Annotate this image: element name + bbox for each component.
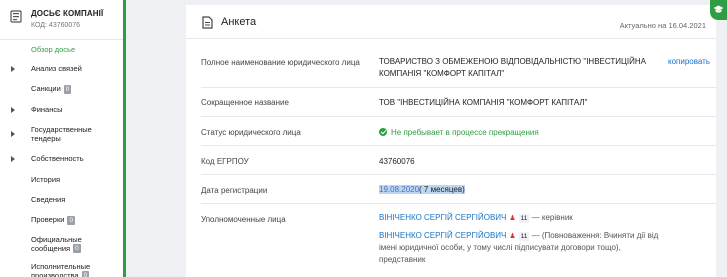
chevron-right-icon: [11, 106, 15, 113]
full-name-value: ТОВАРИСТВО З ОБМЕЖЕНОЮ ВІДПОВІДАЛЬНІСТЮ …: [379, 57, 647, 78]
count-badge: 0: [73, 244, 81, 254]
graduation-cap-icon: [713, 5, 724, 13]
user-icon: ♟: [509, 233, 516, 240]
sidebar-item-overview[interactable]: Обзор досье: [0, 42, 123, 58]
sidebar-item-label: Исполнительные производства 0: [31, 262, 101, 277]
registration-value: 19.08.2020( 7 месяцев): [379, 184, 465, 196]
row-authorized: Уполномоченные лица ВІНІЧЕНКО СЕРГІЙ СЕР…: [201, 204, 716, 277]
authorized-person: ВІНІЧЕНКО СЕРГІЙ СЕРГІЙОВИЧ ♟ 11 — (Повнов…: [379, 230, 664, 265]
sidebar-item-label: Государственные тендеры: [31, 124, 92, 143]
row-edrpou: Код ЕГРПОУ 43760076: [201, 146, 716, 175]
person-count-badge: 11: [518, 232, 530, 242]
edrpou-label: Код ЕГРПОУ: [201, 157, 249, 166]
sidebar-item-info[interactable]: Сведения: [0, 190, 123, 210]
dossier-code: КОД: 43760076: [31, 22, 81, 29]
row-registration: Дата регистрации 19.08.2020( 7 месяцев): [201, 175, 716, 204]
sidebar-item-sanctions[interactable]: Санкции 0: [0, 79, 123, 99]
dossier-header: ДОСЬЄ КОМПАНІЇ КОД: 43760076: [0, 0, 123, 40]
sidebar-item-property[interactable]: Собственность: [0, 148, 123, 170]
sidebar-item-label: Собственность: [31, 154, 84, 164]
panel-header: Анкета Актуально на 16.04.2021: [186, 5, 716, 39]
actual-date: Актуально на 16.04.2021: [619, 21, 706, 30]
row-status: Статус юридического лица Не пребывает в …: [201, 117, 716, 146]
chevron-right-icon: [11, 156, 15, 162]
sidebar-item-official-messages[interactable]: Официальные сообщения 0: [0, 230, 123, 258]
person-link[interactable]: ВІНІЧЕНКО СЕРГІЙ СЕРГІЙОВИЧ: [379, 213, 506, 222]
sidebar-item-finance[interactable]: Финансы: [0, 99, 123, 120]
chevron-right-icon: [11, 131, 15, 137]
status-label: Статус юридического лица: [201, 128, 301, 137]
chevron-right-icon: [11, 65, 15, 72]
full-name-label: Полное наименование юридического лица: [201, 58, 360, 67]
check-circle-icon: [379, 128, 387, 136]
sidebar-item-label: Анализ связей: [31, 63, 82, 73]
document-icon: [202, 16, 213, 29]
sidebar-item-tenders[interactable]: Государственные тендеры: [0, 120, 123, 148]
sidebar: ДОСЬЄ КОМПАНІЇ КОД: 43760076 Обзор досье…: [0, 0, 126, 277]
count-badge: 0: [81, 271, 90, 277]
short-name-value: ТОВ "ІНВЕСТИЦІЙНА КОМПАНІЯ "КОМФОРТ КАПІ…: [379, 98, 588, 107]
sidebar-item-label: Сведения: [31, 195, 66, 205]
short-name-label: Сокращенное название: [201, 98, 289, 107]
sidebar-item-label: Санкции: [31, 84, 61, 94]
page-title: Анкета: [221, 16, 257, 28]
status-value: Не пребывает в процессе прекращения: [379, 127, 539, 139]
authorized-label: Уполномоченные лица: [201, 215, 286, 224]
registration-age: ( 7 месяцев): [419, 185, 465, 194]
sidebar-nav: Обзор досье Анализ связей Санкции 0 Финан…: [0, 42, 123, 277]
sidebar-item-links[interactable]: Анализ связей: [0, 58, 123, 79]
count-badge: 0: [67, 215, 76, 225]
row-short-name: Сокращенное название ТОВ "ІНВЕСТИЦІЙНА К…: [201, 88, 716, 117]
copy-button[interactable]: копировать: [668, 57, 710, 66]
count-badge: 0: [63, 84, 72, 94]
profile-panel: Анкета Актуально на 16.04.2021 Полное на…: [186, 5, 716, 277]
registration-date: 19.08.2020: [379, 185, 420, 194]
education-button[interactable]: [710, 0, 727, 20]
sidebar-item-inspections[interactable]: Проверки 0: [0, 210, 123, 230]
sidebar-item-label: Финансы: [31, 104, 63, 114]
registration-label: Дата регистрации: [201, 186, 268, 195]
sidebar-item-label: Официальные сообщения 0: [31, 235, 93, 254]
dossier-title: ДОСЬЄ КОМПАНІЇ: [31, 9, 104, 18]
person-role: — керівник: [531, 213, 573, 222]
sidebar-item-label: Обзор досье: [31, 45, 76, 55]
user-icon: ♟: [509, 215, 516, 222]
edrpou-value: 43760076: [379, 157, 415, 166]
dossier-icon: [10, 10, 22, 23]
person-count-badge: 11: [518, 214, 530, 224]
sidebar-item-label: История: [31, 175, 61, 185]
sidebar-item-history[interactable]: История: [0, 170, 123, 190]
authorized-person: ВІНІЧЕНКО СЕРГІЙ СЕРГІЙОВИЧ ♟ 11 — керівни…: [379, 212, 664, 224]
person-link[interactable]: ВІНІЧЕНКО СЕРГІЙ СЕРГІЙОВИЧ: [379, 231, 506, 240]
row-full-name: Полное наименование юридического лица ТО…: [201, 39, 716, 88]
sidebar-item-label: Проверки: [31, 215, 65, 225]
status-text: Не пребывает в процессе прекращения: [391, 128, 539, 137]
sidebar-item-enforcement[interactable]: Исполнительные производства 0: [0, 258, 123, 277]
